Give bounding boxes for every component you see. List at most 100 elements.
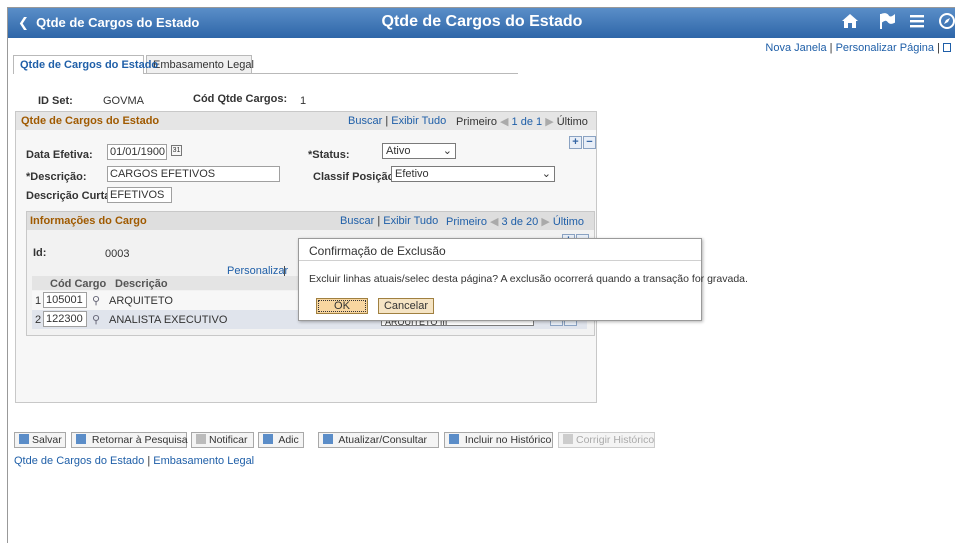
posclass-value: Efetivo	[395, 168, 429, 180]
compass-icon[interactable]	[938, 12, 955, 35]
id-value: 0003	[105, 248, 130, 260]
find-link[interactable]: Buscar	[340, 215, 374, 227]
add-button[interactable]: Adic	[258, 432, 304, 448]
return-icon	[76, 434, 86, 444]
status-value: Ativo	[386, 145, 411, 157]
row-number: 2	[35, 314, 42, 326]
subsection-nav: Buscar | Exibir Tudo	[340, 215, 438, 227]
setid-value: GOVMA	[103, 95, 144, 107]
delete-confirmation-dialog: Confirmação de Exclusão Excluir linhas a…	[298, 238, 748, 321]
nav-separator: |	[377, 215, 381, 227]
nav-separator: |	[385, 115, 389, 127]
notify-label: Notificar	[209, 434, 248, 446]
setid-label: ID Set:	[38, 95, 73, 107]
tab-qtde-cargos[interactable]: Qtde de Cargos do Estado	[13, 55, 158, 74]
last-link[interactable]: Último	[557, 116, 588, 128]
include-history-label: Incluir no Histórico	[464, 434, 552, 446]
col-header-code: Cód Cargo	[50, 278, 107, 290]
section-nav: Buscar | Exibir Tudo	[348, 115, 446, 127]
add-label: Adic	[278, 434, 299, 446]
chevron-down-icon: ⌄	[541, 168, 551, 180]
delete-row-button[interactable]: −	[583, 136, 596, 149]
magnifier-icon[interactable]: ⚲	[92, 313, 100, 326]
back-button[interactable]: ❮ Qtde de Cargos do Estado	[18, 15, 199, 31]
return-label: Retornar à Pesquisa	[91, 434, 188, 446]
top-links: Nova Janela | Personalizar Página |	[765, 42, 951, 54]
view-all-link[interactable]: Exibir Tudo	[391, 115, 446, 127]
count-code-label: Cód Qtde Cargos:	[193, 93, 288, 105]
prev-arrow-icon[interactable]: ◀	[490, 216, 498, 228]
history-icon	[449, 434, 459, 444]
grid-icon[interactable]	[943, 43, 951, 52]
count-code-value: 1	[300, 95, 307, 107]
bottom-link-embasamento[interactable]: Embasamento Legal	[153, 455, 254, 467]
status-select[interactable]: Ativo ⌄	[382, 143, 456, 159]
update-icon	[323, 434, 333, 444]
save-button[interactable]: Salvar	[14, 432, 66, 448]
home-icon[interactable]	[841, 12, 859, 35]
subsection-title: Informações do Cargo	[30, 215, 147, 227]
save-icon	[19, 434, 29, 444]
col-header-descr: Descrição	[115, 278, 168, 290]
view-all-link[interactable]: Exibir Tudo	[383, 215, 438, 227]
correct-history-label: Corrigir Histórico	[576, 434, 655, 446]
include-history-button[interactable]: Incluir no Histórico	[444, 432, 553, 448]
cancel-button[interactable]: Cancelar	[378, 298, 434, 314]
tab-embasamento-legal[interactable]: Embasamento Legal	[146, 55, 254, 74]
add-icon	[263, 434, 273, 444]
last-link[interactable]: Último	[553, 216, 584, 228]
subsection-pager: Primeiro ◀ 3 de 20 ▶ Último	[446, 215, 584, 228]
first-link[interactable]: Primeiro	[446, 216, 487, 228]
section-title: Qtde de Cargos do Estado	[21, 115, 160, 127]
add-row-button[interactable]: +	[569, 136, 582, 149]
descr-label: *Descrição:	[26, 171, 87, 183]
row-position: 3 de 20	[501, 216, 539, 228]
section-header: Qtde de Cargos do Estado Buscar | Exibir…	[16, 112, 596, 130]
first-link[interactable]: Primeiro	[456, 116, 497, 128]
notify-button[interactable]: Notificar	[191, 432, 254, 448]
descr-value: ARQUITETO	[109, 295, 173, 307]
effdt-label: Data Efetiva:	[26, 149, 93, 161]
bottom-link-qtde-cargos[interactable]: Qtde de Cargos do Estado	[14, 455, 144, 467]
descr-value: ANALISTA EXECUTIVO	[109, 314, 228, 326]
chevron-down-icon: ⌄	[442, 145, 452, 157]
status-label: *Status:	[308, 149, 350, 161]
header-bar: ❮ Qtde de Cargos do Estado Qtde de Cargo…	[8, 8, 955, 38]
magnifier-icon[interactable]: ⚲	[92, 294, 100, 307]
short-descr-field[interactable]: EFETIVOS	[107, 187, 172, 203]
new-window-link[interactable]: Nova Janela	[765, 42, 826, 54]
hamburger-menu-icon[interactable]	[908, 12, 926, 35]
effdt-field[interactable]: 01/01/1900	[107, 144, 167, 160]
app-window: ❮ Qtde de Cargos do Estado Qtde de Cargo…	[7, 7, 955, 543]
id-label: Id:	[33, 247, 47, 259]
calendar-icon[interactable]: 31	[171, 145, 182, 156]
code-field[interactable]: 122300	[43, 311, 87, 327]
descr-field[interactable]: CARGOS EFETIVOS	[107, 166, 280, 182]
back-label: Qtde de Cargos do Estado	[36, 15, 200, 30]
link-separator: |	[147, 455, 151, 467]
posclass-label: Classif Posição:	[313, 171, 398, 183]
code-field[interactable]: 105001	[43, 292, 87, 308]
customize-page-link[interactable]: Personalizar Página	[836, 42, 934, 54]
posclass-select[interactable]: Efetivo ⌄	[391, 166, 555, 182]
link-separator: |	[829, 42, 833, 54]
flag-icon[interactable]	[878, 12, 896, 35]
row-position: 1 de 1	[511, 116, 543, 128]
find-link[interactable]: Buscar	[348, 115, 382, 127]
prev-arrow-icon[interactable]: ◀	[500, 116, 508, 128]
dialog-title: Confirmação de Exclusão	[299, 239, 701, 261]
link-separator: |	[937, 42, 940, 54]
next-arrow-icon[interactable]: ▶	[541, 216, 549, 228]
short-descr-label: Descrição Curta:	[26, 190, 115, 202]
correct-history-button[interactable]: Corrigir Histórico	[558, 432, 655, 448]
section-pager: Primeiro ◀ 1 de 1 ▶ Último	[456, 115, 588, 128]
save-label: Salvar	[32, 434, 62, 446]
return-search-button[interactable]: Retornar à Pesquisa	[71, 432, 188, 448]
update-display-button[interactable]: Atualizar/Consultar	[318, 432, 439, 448]
ok-button[interactable]: OK	[316, 298, 368, 314]
notify-icon	[196, 434, 206, 444]
row-number: 1	[35, 295, 42, 307]
subsection-header: Informações do Cargo Buscar | Exibir Tud…	[27, 212, 594, 230]
next-arrow-icon[interactable]: ▶	[545, 116, 553, 128]
bottom-tab-links: Qtde de Cargos do Estado | Embasamento L…	[14, 455, 254, 467]
